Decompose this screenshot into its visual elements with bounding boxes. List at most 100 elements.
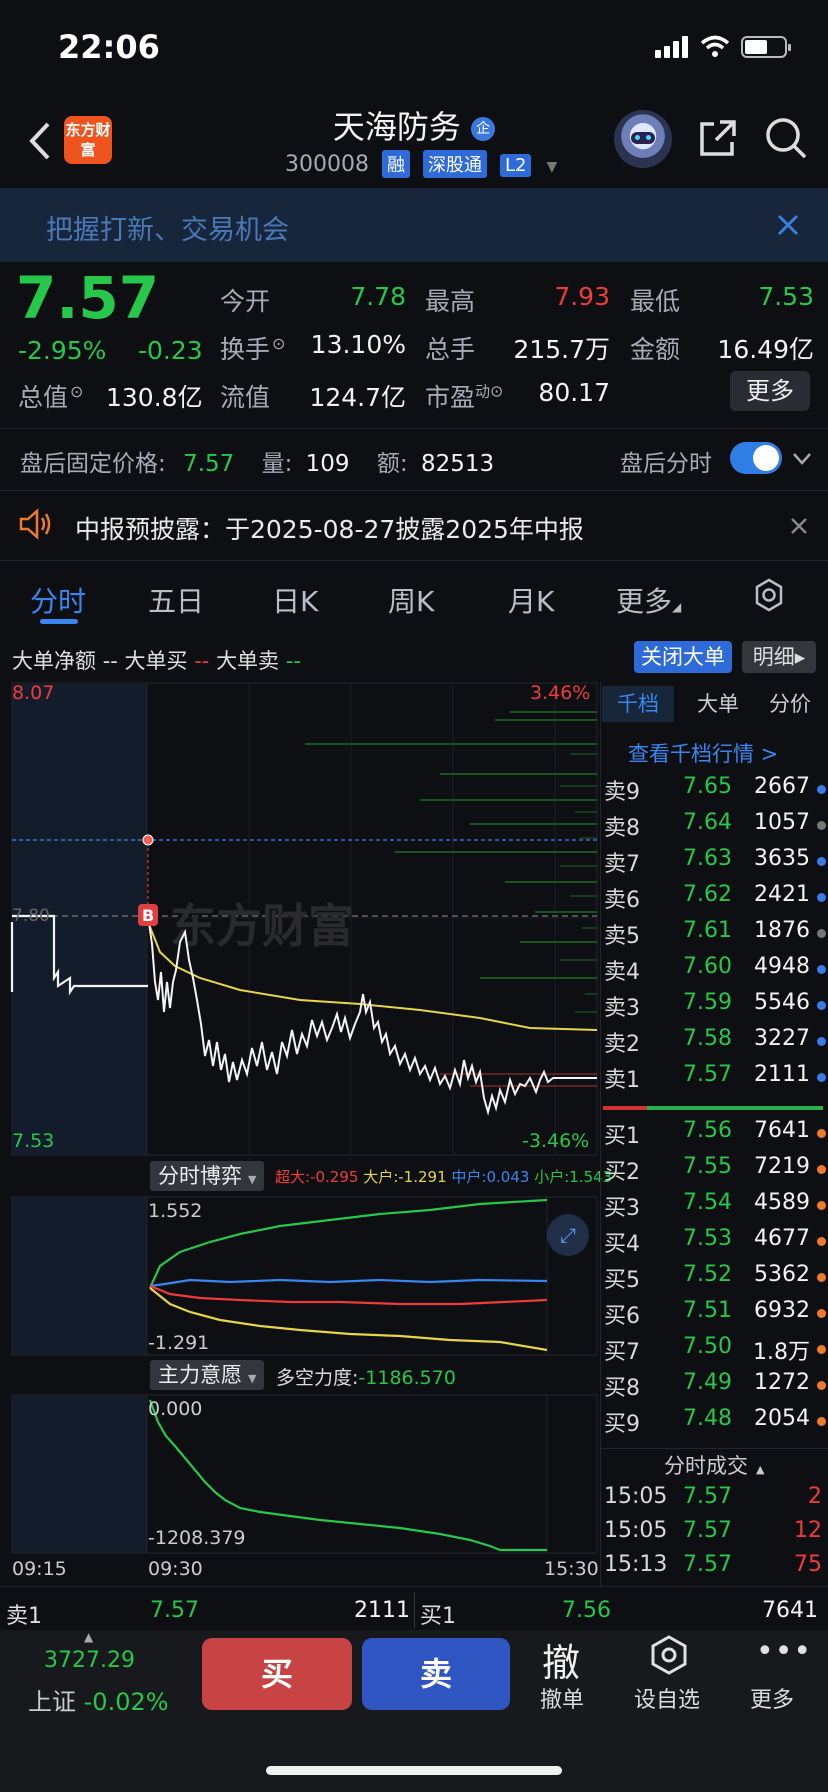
bid-row[interactable]: 买3 7.54 4589 [600,1190,828,1226]
info-icon[interactable]: ⊙ [272,334,285,353]
close-icon[interactable] [790,517,808,535]
trade-row: 15:05 7.57 12 [600,1518,828,1554]
ask-dot-icon [817,965,826,974]
bid-row[interactable]: 买9 7.48 2054 [600,1406,828,1442]
game-chart[interactable] [0,1196,600,1356]
enterprise-badge: 企 [471,117,496,141]
divider [0,490,828,491]
bid-row[interactable]: 买1 7.56 7641 [600,1118,828,1154]
ask-level: 卖5 [604,924,640,949]
book-link[interactable]: 查看千档行情 > [628,738,778,768]
cancel-icon[interactable]: 撤 [542,1632,580,1687]
ask-row[interactable]: 卖4 7.60 4948 [600,954,828,990]
ask-row[interactable]: 卖7 7.63 3635 [600,846,828,882]
divider [414,1592,415,1628]
search-icon[interactable] [764,116,808,160]
chevron-up-icon[interactable]: ▲ [84,1630,93,1644]
game-panel-selector[interactable]: 分时博弈 ▼ [150,1161,265,1191]
intraday-chart[interactable]: 东方财富 B [0,682,600,1157]
chevron-down-icon[interactable] [792,452,812,466]
wifi-icon [700,35,730,57]
ask-row[interactable]: 卖3 7.59 5546 [600,990,828,1026]
book-tab-thousand[interactable]: 千档 [602,686,674,722]
ask-row[interactable]: 卖8 7.64 1057 [600,810,828,846]
footer-buy-price: 7.56 [562,1598,611,1623]
divider [0,1586,828,1587]
bid-dot-icon [817,1309,826,1318]
more-label[interactable]: 更多 [750,1682,794,1714]
trade-row: 15:05 7.57 2 [600,1484,828,1520]
sell-button[interactable]: 卖 [362,1638,510,1710]
speaker-icon [19,508,51,540]
index-row[interactable]: 上证 -0.02% [28,1682,169,1717]
book-tab-big[interactable]: 大单 [688,686,748,722]
trade-volume: 75 [794,1552,822,1577]
bid-row[interactable]: 买4 7.53 4677 [600,1226,828,1262]
after-hours-toggle[interactable] [730,442,782,474]
tab-weekly-k[interactable]: 周K [388,580,434,620]
bid-row[interactable]: 买6 7.51 6932 [600,1298,828,1334]
ask-volume: 4948 [754,954,810,979]
low-label: 最低 [630,287,681,316]
tab-more[interactable]: 更多◢ [616,580,681,620]
bid-dot-icon [817,1237,826,1246]
open-label: 今开 [220,287,271,316]
bid-dot-icon [817,1273,826,1282]
bid-row[interactable]: 买7 7.50 1.8万 [600,1334,828,1370]
will-top-value: 0.000 [148,1398,203,1420]
bid-row[interactable]: 买8 7.49 1272 [600,1370,828,1406]
tab-monthly-k[interactable]: 月K [508,580,554,620]
trades-title[interactable]: 分时成交 ▲ [664,1450,764,1480]
close-big-order-button[interactable]: 关闭大单 [634,641,732,673]
bid-price: 7.56 [683,1118,732,1143]
buy-button[interactable]: 买 [202,1638,352,1710]
tab-daily-k[interactable]: 日K [272,580,318,620]
book-tab-price[interactable]: 分价 [756,686,824,722]
market-cap-label: 总值 ⊙ [18,381,84,412]
share-icon[interactable] [698,118,738,158]
ask-volume: 3227 [754,1026,810,1051]
ask-level: 卖1 [604,1068,640,1093]
footer-sell-vol: 2111 [354,1598,410,1623]
more-button[interactable]: 更多 [730,371,810,411]
signal-icon [655,36,691,58]
ask-level: 卖7 [604,852,640,877]
cancel-order-label[interactable]: 撤单 [540,1682,584,1714]
tab-five-day[interactable]: 五日 [148,580,204,620]
will-panel-selector[interactable]: 主力意愿 ▼ [150,1360,265,1390]
ask-row[interactable]: 卖9 7.65 2667 [600,774,828,810]
bid-row[interactable]: 买5 7.52 5362 [600,1262,828,1298]
ask-volume: 2111 [754,1062,810,1087]
add-watchlist-icon[interactable] [648,1634,690,1676]
status-time: 22:06 [58,28,160,66]
bid-volume: 1.8万 [753,1340,810,1365]
bid-price: 7.53 [683,1226,732,1251]
bid-row[interactable]: 买2 7.55 7219 [600,1154,828,1190]
close-icon[interactable] [776,213,800,237]
ask-row[interactable]: 卖5 7.61 1876 [600,918,828,954]
add-watchlist-label[interactable]: 设自选 [634,1682,700,1714]
will-chart[interactable] [0,1394,600,1554]
chevron-down-icon[interactable]: ▼ [546,159,557,175]
bid-level: 买2 [604,1160,640,1185]
chart-high-price: 8.07 [12,682,55,704]
expand-icon[interactable]: ⤢ [547,1214,589,1256]
ask-row[interactable]: 卖2 7.58 3227 [600,1026,828,1062]
ask-volume: 3635 [754,846,810,871]
notice-text[interactable]: 中报预披露：于2025-08-27披露2025年中报 [75,510,584,546]
trade-price: 7.57 [683,1552,732,1577]
bid-level: 买6 [604,1304,640,1329]
tab-timeshare[interactable]: 分时 [30,580,86,620]
promo-banner[interactable]: 把握打新、交易机会 [0,188,828,262]
detail-button[interactable]: 明细▸ [742,641,816,673]
more-dots-icon[interactable]: ••• [756,1634,812,1669]
info-icon[interactable]: ⊙ [70,382,83,401]
gear-icon[interactable] [752,578,786,612]
bid-price: 7.49 [683,1370,732,1395]
footer-buy-vol: 7641 [762,1598,818,1623]
robot-avatar-icon[interactable] [614,110,672,168]
index-value[interactable]: 3727.29 [44,1648,135,1673]
trade-row: 15:13 7.57 75 [600,1552,828,1588]
ask-row[interactable]: 卖6 7.62 2421 [600,882,828,918]
ask-row[interactable]: 卖1 7.57 2111 [600,1062,828,1098]
